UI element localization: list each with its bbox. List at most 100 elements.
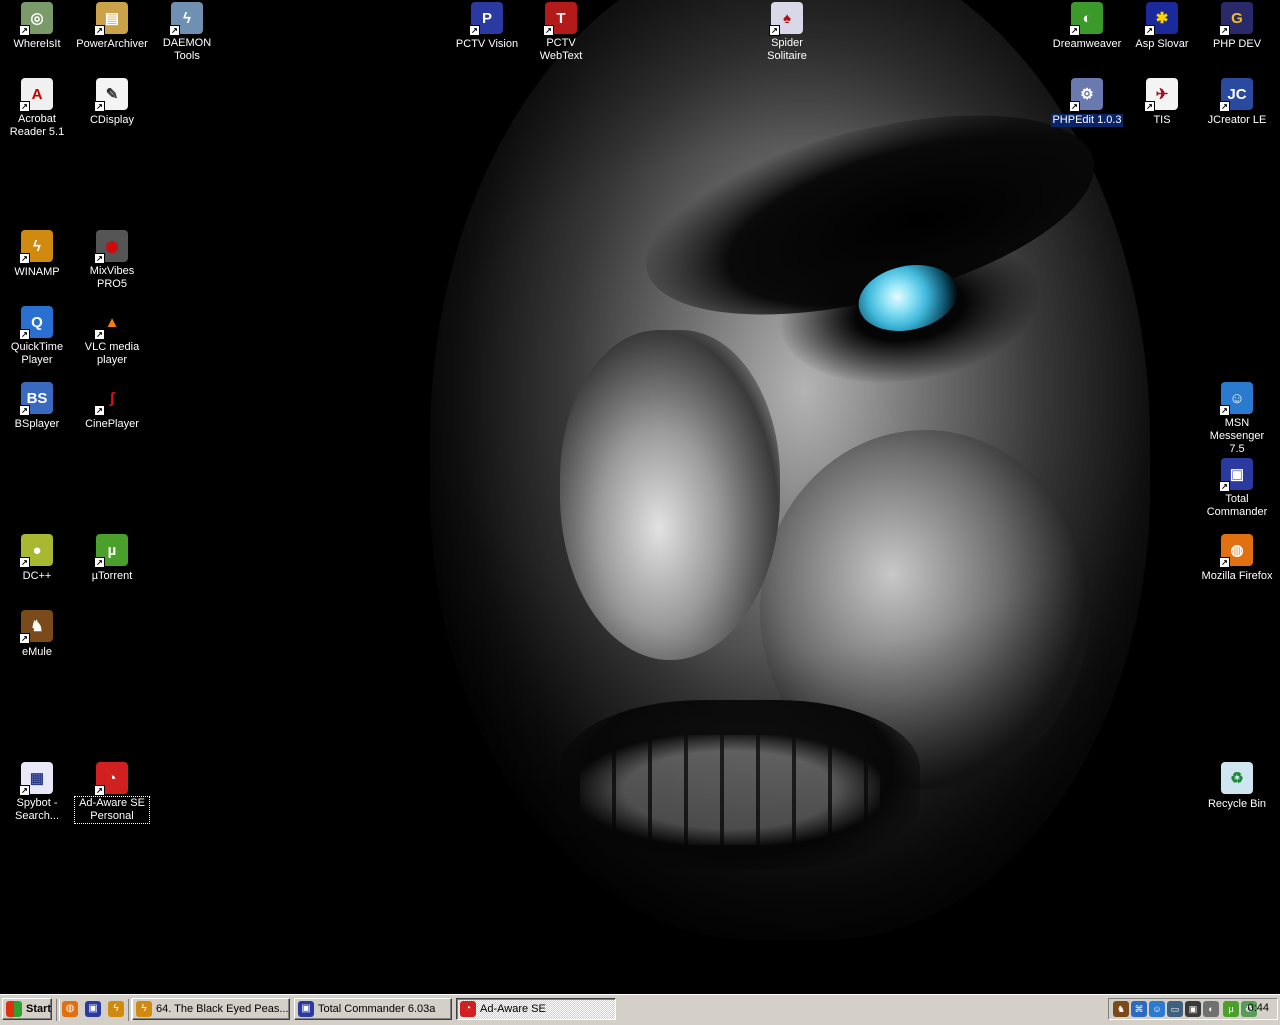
desktop-icon-tis[interactable]: ✈ ↗ TIS — [1125, 76, 1199, 128]
shortcut-arrow-icon: ↗ — [1219, 101, 1230, 112]
desktop-icon-cdisplay[interactable]: ✎ ↗ CDisplay — [75, 76, 149, 128]
desktop-icon-µtorrent[interactable]: µ ↗ µTorrent — [75, 532, 149, 584]
dreamweaver-icon: ◐ ↗ — [1069, 2, 1103, 36]
taskbar-button-label: 64. The Black Eyed Peas... — [156, 1003, 289, 1015]
shortcut-arrow-icon: ↗ — [1069, 101, 1080, 112]
desktop-icon-label: DC++ — [22, 570, 52, 582]
emule-icon: ♞ ↗ — [19, 610, 53, 644]
desktop-icon-label: Total Commander — [1206, 493, 1268, 518]
taskbar-button[interactable]: ◔ Ad-Aware SE — [456, 998, 616, 1020]
cdisplay-icon: ✎ ↗ — [94, 78, 128, 112]
desktop-icon-quicktime-player[interactable]: Q ↗ QuickTime Player — [0, 304, 74, 368]
msn-messenger-7-5-icon: ☺ ↗ — [1219, 382, 1253, 416]
desktop-icon-label: CinePlayer — [85, 418, 139, 430]
tray-display-icon[interactable]: ▭ — [1167, 1001, 1183, 1017]
desktop-icon-daemon-tools[interactable]: ϟ ↗ DAEMON Tools — [150, 0, 224, 64]
desktop-icon-powerarchiver[interactable]: ▤ ↗ PowerArchiver — [75, 0, 149, 52]
asp-slovar-icon: ✱ ↗ — [1144, 2, 1178, 36]
shortcut-arrow-icon: ↗ — [769, 25, 780, 36]
desktop-icon-label: MixVibes PRO5 — [89, 265, 135, 290]
desktop-icon-cineplayer[interactable]: ʃ ↗ CinePlayer — [75, 380, 149, 432]
desktop-icon-spider-solitaire[interactable]: ♠ ↗ Spider Solitaire — [750, 0, 824, 64]
desktop-icon-label: MSN Messenger 7.5 — [1209, 417, 1265, 455]
tray-emule-icon[interactable]: ♞ — [1113, 1001, 1129, 1017]
shortcut-arrow-icon: ↗ — [169, 25, 180, 36]
desktop-icon-label: VLC media player — [84, 341, 140, 366]
desktop-icon-dreamweaver[interactable]: ◐ ↗ Dreamweaver — [1050, 0, 1124, 52]
pctv-webtext-icon: T ↗ — [543, 2, 577, 36]
shortcut-arrow-icon: ↗ — [19, 253, 30, 264]
desktop-icon-label: µTorrent — [91, 570, 133, 582]
desktop-icon-phpedit-1-0-3[interactable]: ⚙ ↗ PHPEdit 1.0.3 — [1050, 76, 1124, 128]
bsplayer-icon: BS ↗ — [19, 382, 53, 416]
desktop-icon-label: QuickTime Player — [10, 341, 64, 366]
desktop-icon-dc[interactable]: ● ↗ DC++ — [0, 532, 74, 584]
taskbar-button[interactable]: ϟ 64. The Black Eyed Peas... — [132, 998, 290, 1020]
desktop-icon-msn-messenger-7-5[interactable]: ☺ ↗ MSN Messenger 7.5 — [1200, 380, 1274, 457]
tray-monitor-icon[interactable]: ▣ — [1185, 1001, 1201, 1017]
desktop-icon-emule[interactable]: ♞ ↗ eMule — [0, 608, 74, 660]
shortcut-arrow-icon: ↗ — [19, 329, 30, 340]
desktop-icon-label: JCreator LE — [1207, 114, 1267, 126]
tray-msn-icon[interactable]: ☺ — [1149, 1001, 1165, 1017]
taskbar-button-label: Ad-Aware SE — [480, 1003, 546, 1015]
mozilla-firefox-icon: ◍ ↗ — [1219, 534, 1253, 568]
acrobat-reader-5-1-icon: A ↗ — [19, 78, 53, 112]
task-app-icon: ▣ — [298, 1001, 314, 1017]
desktop[interactable]: ◎ ↗ WhereIsIt ▤ ↗ PowerArchiver ϟ ↗ DAEMON Tools… — [0, 0, 1280, 994]
wallpaper-mouth — [560, 700, 920, 870]
quick-launch-save-icon[interactable]: ▣ — [85, 1001, 101, 1017]
mixvibes-pro5-icon: ◉ ↗ — [94, 230, 128, 264]
taskbar-button[interactable]: ▣ Total Commander 6.03a — [294, 998, 452, 1020]
desktop-icon-asp-slovar[interactable]: ✱ ↗ Asp Slovar — [1125, 0, 1199, 52]
desktop-icon-total-commander[interactable]: ▣ ↗ Total Commander — [1200, 456, 1274, 520]
desktop-icon-vlc-media-player[interactable]: ▲ ↗ VLC media player — [75, 304, 149, 368]
quick-launch-winamp-icon[interactable]: ϟ — [108, 1001, 124, 1017]
shortcut-arrow-icon: ↗ — [1219, 25, 1230, 36]
spybot-search-icon: ▦ ↗ — [19, 762, 53, 796]
quicktime-player-icon: Q ↗ — [19, 306, 53, 340]
desktop-icon-mixvibes-pro5[interactable]: ◉ ↗ MixVibes PRO5 — [75, 228, 149, 292]
tray-network-icon[interactable]: ⌘ — [1131, 1001, 1147, 1017]
taskbar: Start ◍ ▣ ϟ ϟ 64. The Black Eyed Peas... ▣ To… — [0, 994, 1280, 1025]
desktop-icon-label: eMule — [22, 646, 52, 658]
desktop-icon-winamp[interactable]: ϟ ↗ WINAMP — [0, 228, 74, 280]
daemon-tools-icon: ϟ ↗ — [169, 2, 203, 36]
desktop-icon-mozilla-firefox[interactable]: ◍ ↗ Mozilla Firefox — [1200, 532, 1274, 584]
clock[interactable]: 0:44 — [1248, 1002, 1269, 1014]
shortcut-arrow-icon: ↗ — [19, 25, 30, 36]
pctv-vision-icon: P ↗ — [469, 2, 503, 36]
desktop-icon-php-dev[interactable]: G ↗ PHP DEV — [1200, 0, 1274, 52]
desktop-icon-label: WhereIsIt — [13, 38, 61, 50]
desktop-icon-label: BSplayer — [14, 418, 60, 430]
quick-launch-firefox-icon[interactable]: ◍ — [62, 1001, 78, 1017]
shortcut-arrow-icon: ↗ — [19, 785, 30, 796]
desktop-icon-jcreator-le[interactable]: JC ↗ JCreator LE — [1200, 76, 1274, 128]
wallpaper-face — [430, 0, 1150, 940]
shortcut-arrow-icon: ↗ — [19, 633, 30, 644]
desktop-icon-recycle-bin[interactable]: ♻ Recycle Bin — [1200, 760, 1274, 812]
desktop-icon-spybot-search[interactable]: ▦ ↗ Spybot - Search... — [0, 760, 74, 824]
desktop-icon-pctv-webtext[interactable]: T ↗ PCTV WebText — [524, 0, 598, 64]
desktop-icon-whereisit[interactable]: ◎ ↗ WhereIsIt — [0, 0, 74, 52]
desktop-icon-pctv-vision[interactable]: P ↗ PCTV Vision — [450, 0, 524, 52]
desktop-icon-bsplayer[interactable]: BS ↗ BSplayer — [0, 380, 74, 432]
start-button[interactable]: Start — [2, 998, 52, 1020]
desktop-icon-label: PHP DEV — [1212, 38, 1262, 50]
recycle-bin-icon: ♻ — [1221, 762, 1253, 794]
shortcut-arrow-icon: ↗ — [94, 329, 105, 340]
wallpaper-eye-shadow — [769, 218, 1051, 402]
whereisit-icon: ◎ ↗ — [19, 2, 53, 36]
desktop-icon-label: CDisplay — [89, 114, 134, 126]
desktop-icon-ad-aware-se-personal[interactable]: ◔ ↗ Ad-Aware SE Personal — [74, 760, 150, 824]
shortcut-arrow-icon: ↗ — [19, 557, 30, 568]
tray-utorrent-icon[interactable]: µ — [1223, 1001, 1239, 1017]
tray-volume-icon[interactable]: ◐ — [1203, 1001, 1219, 1017]
vlc-media-player-icon: ▲ ↗ — [94, 306, 128, 340]
desktop-icon-label: Acrobat Reader 5.1 — [9, 113, 65, 138]
desktop-icon-label: Recycle Bin — [1207, 798, 1267, 810]
shortcut-arrow-icon: ↗ — [469, 25, 480, 36]
cineplayer-icon: ʃ ↗ — [94, 382, 128, 416]
desktop-icon-acrobat-reader-5-1[interactable]: A ↗ Acrobat Reader 5.1 — [0, 76, 74, 140]
spider-solitaire-icon: ♠ ↗ — [769, 2, 803, 36]
